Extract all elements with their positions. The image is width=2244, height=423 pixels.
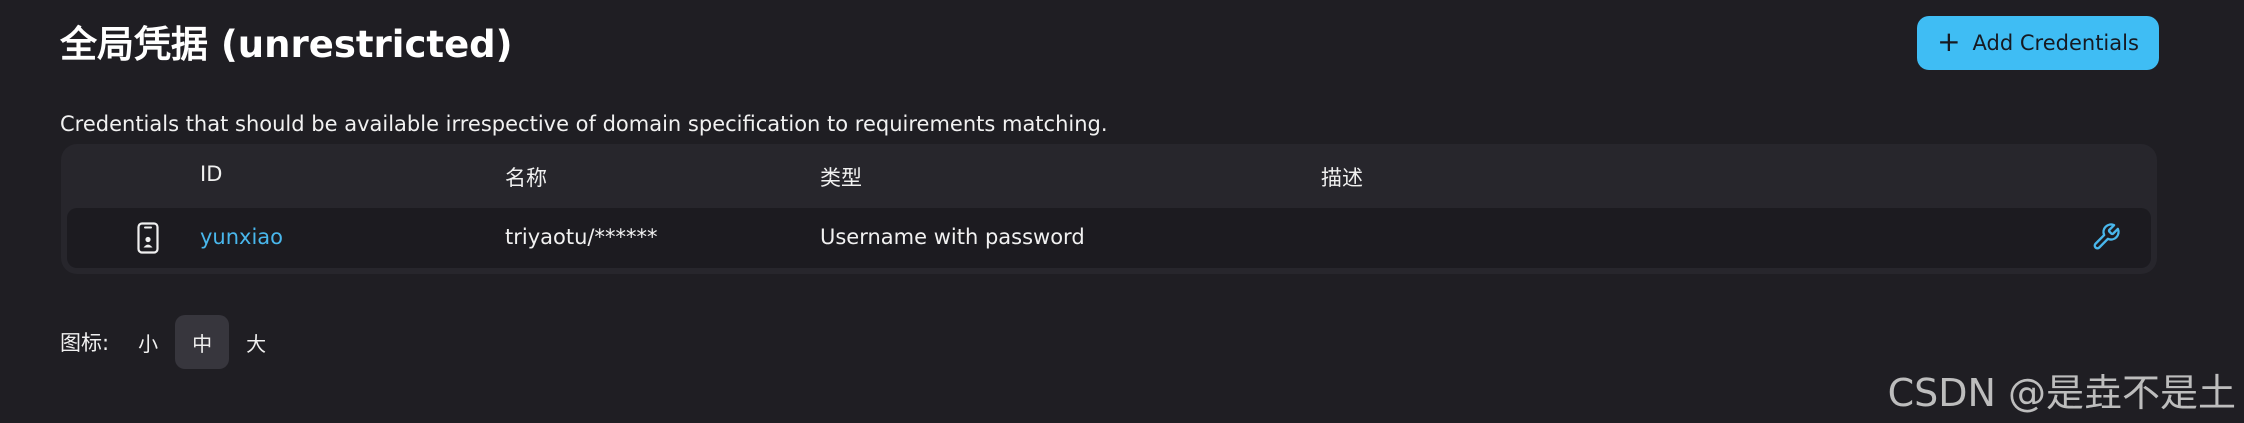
page-description: Credentials that should be available irr… [60,112,1108,136]
wrench-icon[interactable] [2091,222,2121,252]
column-header-name: 名称 [505,166,547,190]
icon-size-medium[interactable]: 中 [175,315,230,369]
credential-type: Username with password [820,225,1085,249]
mobile-credential-icon [137,222,159,254]
column-header-description: 描述 [1321,166,1363,190]
credentials-page: 全局凭据 (unrestricted) + Add Credentials Cr… [0,0,2244,423]
credential-name: triyaotu/****** [505,225,658,249]
table-row: yunxiao triyaotu/****** Username with pa… [67,208,2151,268]
credential-id-link[interactable]: yunxiao [200,225,283,249]
table-header: ID 名称 类型 描述 [61,144,2157,206]
page-header: 全局凭据 (unrestricted) + Add Credentials [60,16,2159,76]
watermark: CSDN @是垚不是土 [1887,371,2236,415]
page-title: 全局凭据 (unrestricted) [60,23,513,66]
credentials-table: ID 名称 类型 描述 yunxiao triyaotu/****** User… [61,144,2157,274]
icon-size-small[interactable]: 小 [121,315,175,369]
icon-size-selector: 图标: 小 中 大 [60,315,283,369]
column-header-type: 类型 [820,166,862,190]
add-credentials-label: Add Credentials [1972,31,2139,55]
plus-icon: + [1937,24,1961,58]
add-credentials-button[interactable]: + Add Credentials [1917,16,2159,70]
column-header-id: ID [200,162,223,186]
icon-size-large[interactable]: 大 [229,315,283,369]
icon-size-label: 图标: [60,331,110,355]
